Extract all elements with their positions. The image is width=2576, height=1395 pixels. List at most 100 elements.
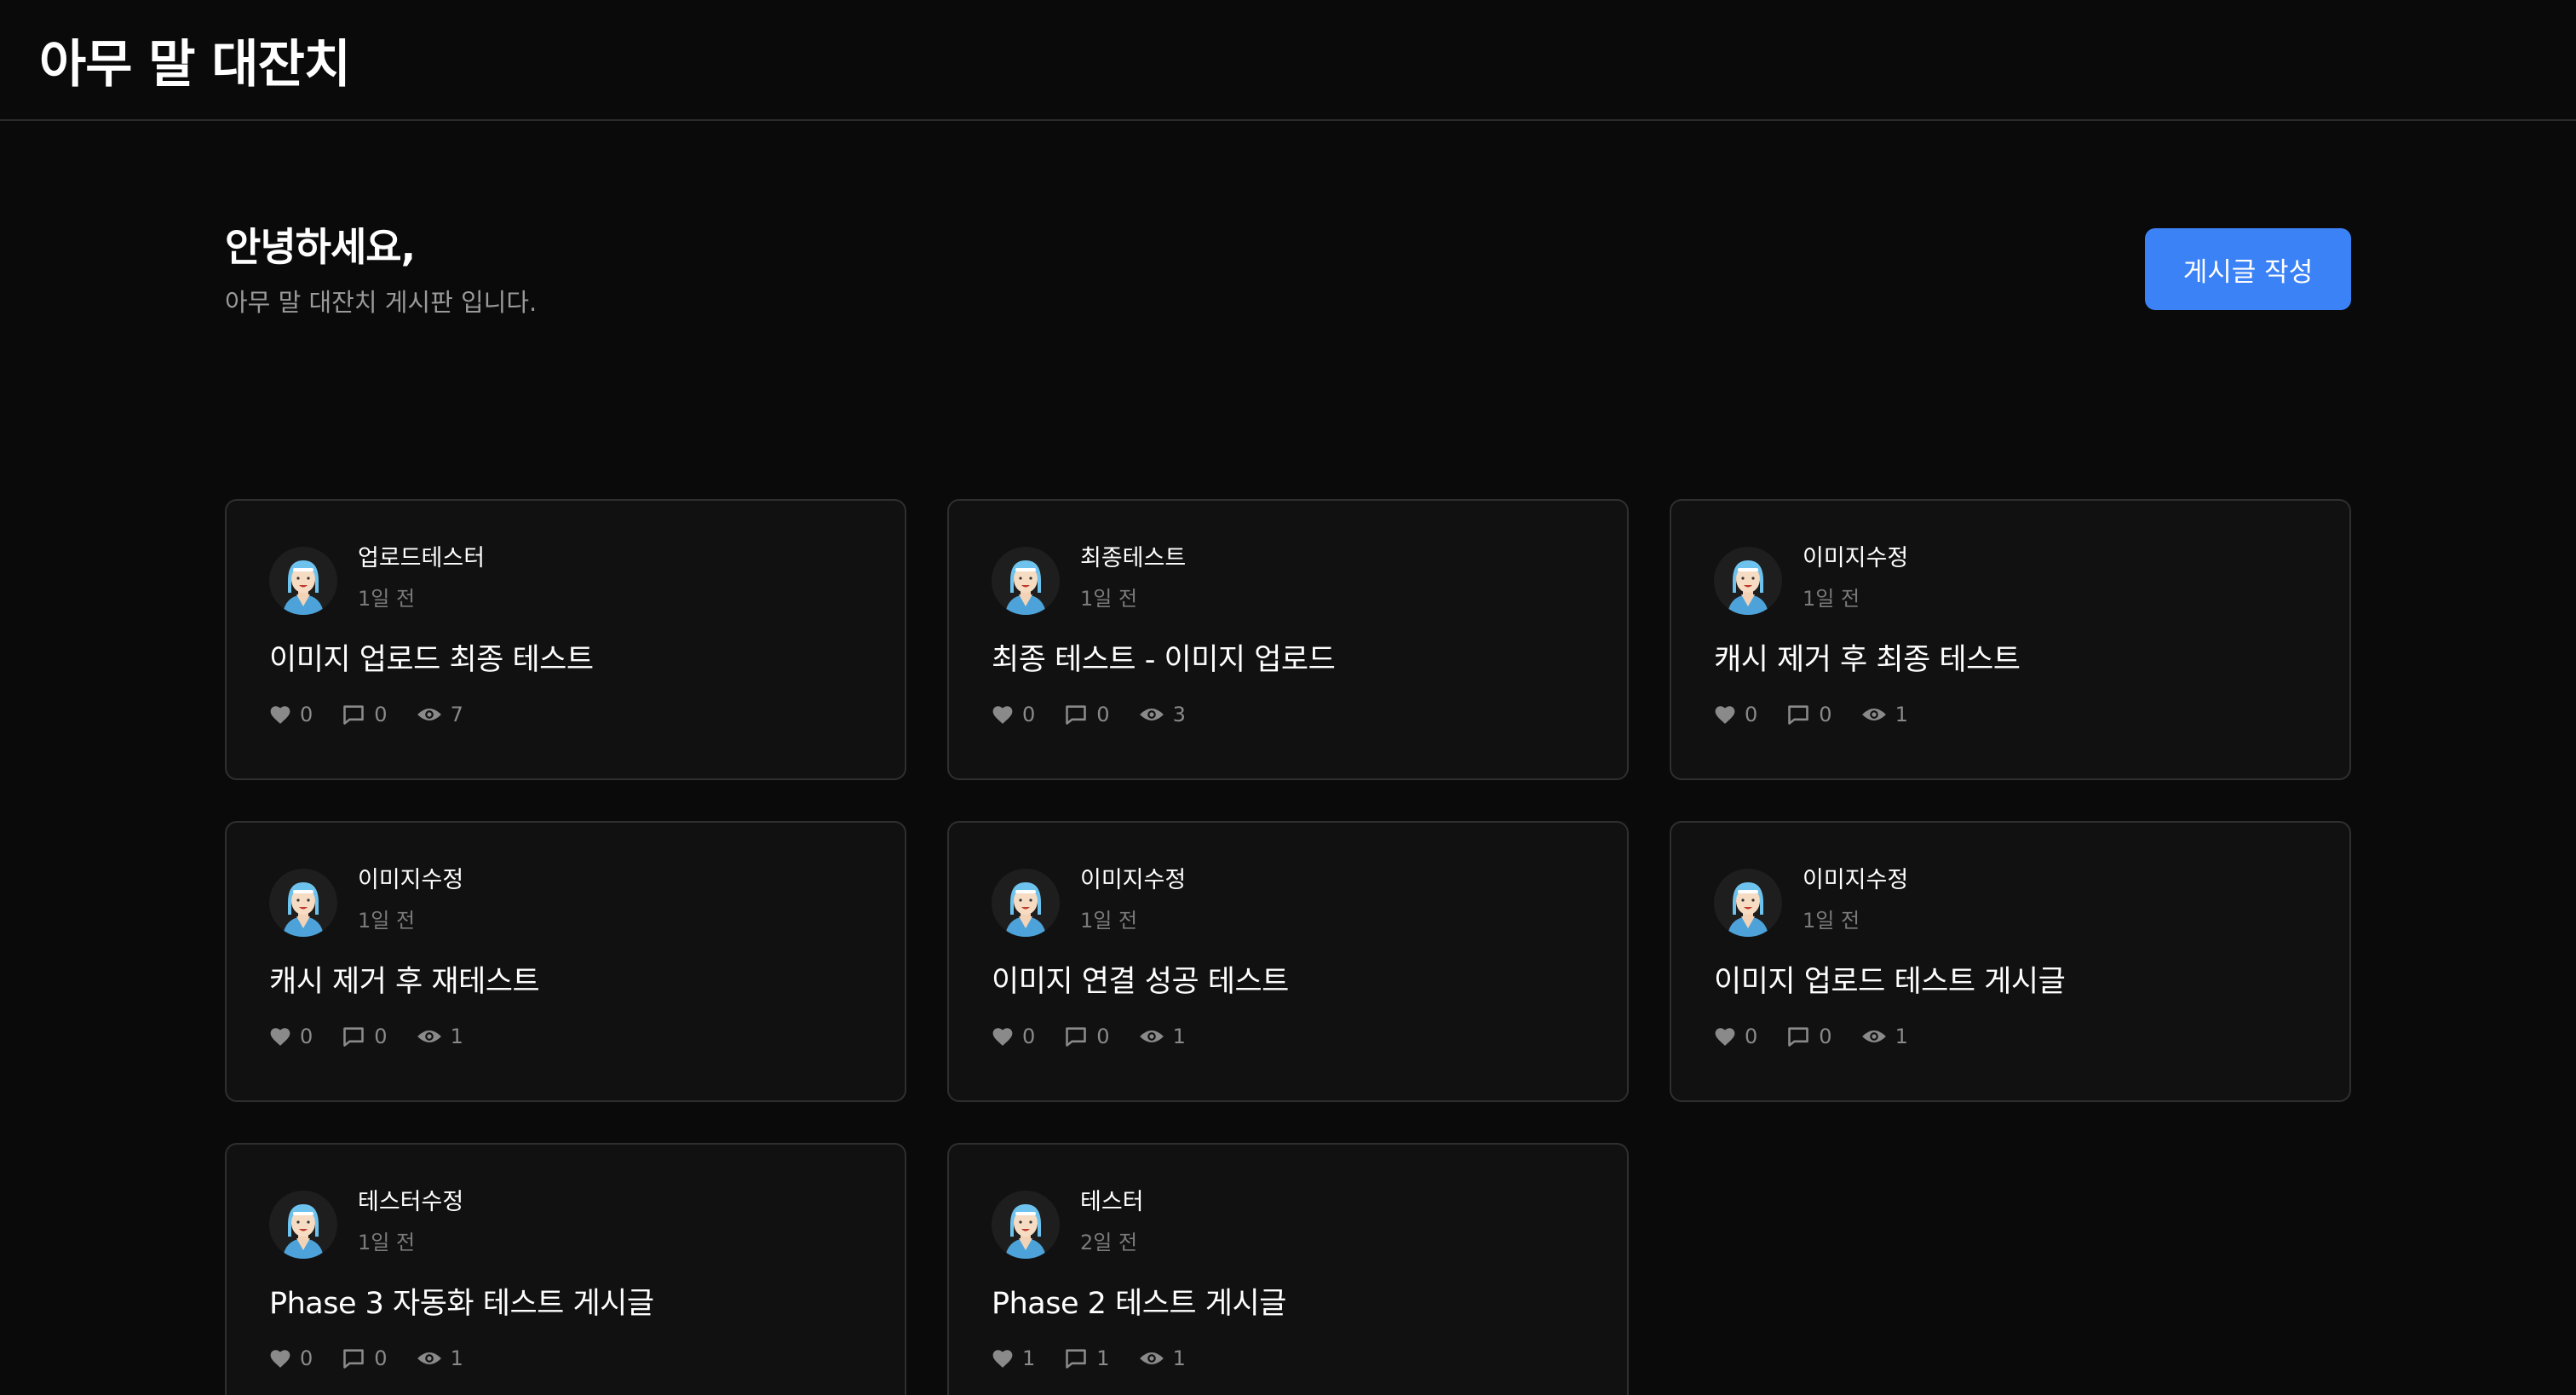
post-title[interactable]: 이미지 업로드 최종 테스트 <box>269 635 862 679</box>
post-time: 1일 전 <box>1080 587 1138 611</box>
post-title[interactable]: Phase 2 테스트 게시글 <box>992 1279 1584 1323</box>
author-row: 테스터수정 1일 전 <box>269 1187 862 1259</box>
view-stat: 1 <box>417 1025 463 1048</box>
comment-stat[interactable]: 0 <box>1064 703 1110 726</box>
post-title[interactable]: 캐시 제거 후 재테스트 <box>269 957 862 1001</box>
comment-count: 1 <box>1096 1346 1110 1370</box>
heart-icon <box>269 1026 291 1047</box>
hero-section: 안녕하세요, 아무 말 대잔치 게시판 입니다. 게시글 작성 <box>225 121 2351 376</box>
like-count: 0 <box>1745 703 1758 726</box>
view-count: 3 <box>1172 703 1186 726</box>
greeting-subtitle: 아무 말 대잔치 게시판 입니다. <box>225 288 538 317</box>
post-time: 1일 전 <box>1803 587 1860 611</box>
like-stat[interactable]: 0 <box>1714 703 1757 726</box>
avatar-icon <box>1714 547 1782 615</box>
post-time: 2일 전 <box>1080 1231 1138 1254</box>
post-stats: 0 0 1 <box>1714 703 2307 726</box>
like-count: 1 <box>1022 1346 1036 1370</box>
post-card[interactable]: 업로드테스터 1일 전 이미지 업로드 최종 테스트 0 0 7 <box>225 499 906 780</box>
post-title[interactable]: 캐시 제거 후 최종 테스트 <box>1714 635 2307 679</box>
author-meta: 테스터 2일 전 <box>1080 1187 1144 1257</box>
top-header: 아무 말 대잔치 <box>0 0 2576 121</box>
heart-icon <box>1714 1026 1736 1047</box>
avatar-icon <box>269 869 337 937</box>
comment-stat[interactable]: 0 <box>1786 703 1832 726</box>
comment-count: 0 <box>1819 1025 1832 1048</box>
comment-count: 0 <box>374 1025 388 1048</box>
view-stat: 1 <box>1861 1025 1908 1048</box>
view-count: 1 <box>1172 1025 1186 1048</box>
like-stat[interactable]: 0 <box>1714 1025 1757 1048</box>
comment-stat[interactable]: 0 <box>1786 1025 1832 1048</box>
post-title[interactable]: 이미지 연결 성공 테스트 <box>992 957 1584 1001</box>
write-post-button[interactable]: 게시글 작성 <box>2145 228 2351 310</box>
post-card[interactable]: 테스터수정 1일 전 Phase 3 자동화 테스트 게시글 0 0 1 <box>225 1143 906 1395</box>
comment-stat[interactable]: 0 <box>342 703 388 726</box>
view-stat: 1 <box>1861 703 1908 726</box>
post-time: 1일 전 <box>358 909 416 933</box>
post-stats: 0 0 1 <box>269 1346 862 1370</box>
post-grid: 업로드테스터 1일 전 이미지 업로드 최종 테스트 0 0 7 최종테스트 1… <box>225 499 2351 1395</box>
avatar-icon <box>992 869 1060 937</box>
author-row: 테스터 2일 전 <box>992 1187 1584 1259</box>
view-stat: 7 <box>417 703 463 726</box>
post-card[interactable]: 이미지수정 1일 전 캐시 제거 후 재테스트 0 0 1 <box>225 821 906 1102</box>
comment-stat[interactable]: 0 <box>342 1025 388 1048</box>
comment-icon <box>342 1025 365 1048</box>
author-name: 이미지수정 <box>1803 545 1909 571</box>
post-time: 1일 전 <box>358 1231 416 1254</box>
eye-icon <box>1139 1349 1164 1368</box>
author-name: 이미지수정 <box>358 867 464 893</box>
comment-icon <box>342 1347 365 1369</box>
post-stats: 0 0 1 <box>1714 1025 2307 1048</box>
post-time: 1일 전 <box>1803 909 1860 933</box>
post-card[interactable]: 이미지수정 1일 전 캐시 제거 후 최종 테스트 0 0 1 <box>1670 499 2351 780</box>
greeting-heading: 안녕하세요, <box>225 224 416 270</box>
comment-count: 0 <box>374 703 388 726</box>
comment-stat[interactable]: 0 <box>1064 1025 1110 1048</box>
app-title[interactable]: 아무 말 대잔치 <box>39 23 351 97</box>
post-title[interactable]: Phase 3 자동화 테스트 게시글 <box>269 1279 862 1323</box>
post-card[interactable]: 테스터 2일 전 Phase 2 테스트 게시글 1 1 1 <box>947 1143 1629 1395</box>
heart-icon <box>992 1026 1014 1047</box>
eye-icon <box>417 705 442 724</box>
post-card[interactable]: 이미지수정 1일 전 이미지 연결 성공 테스트 0 0 1 <box>947 821 1629 1102</box>
post-stats: 0 0 7 <box>269 703 862 726</box>
like-stat[interactable]: 0 <box>992 1025 1035 1048</box>
author-row: 이미지수정 1일 전 <box>269 865 862 937</box>
comment-icon <box>1786 703 1810 726</box>
like-stat[interactable]: 0 <box>269 703 313 726</box>
post-title[interactable]: 최종 테스트 - 이미지 업로드 <box>992 635 1584 679</box>
main-content: 안녕하세요, 아무 말 대잔치 게시판 입니다. 게시글 작성 업로드테스터 1… <box>0 121 2576 1395</box>
author-row: 이미지수정 1일 전 <box>992 865 1584 937</box>
post-card[interactable]: 이미지수정 1일 전 이미지 업로드 테스트 게시글 0 0 1 <box>1670 821 2351 1102</box>
eye-icon <box>1861 1027 1887 1046</box>
author-meta: 이미지수정 1일 전 <box>1803 543 1908 613</box>
eye-icon <box>417 1027 442 1046</box>
view-stat: 1 <box>1139 1346 1186 1370</box>
post-title[interactable]: 이미지 업로드 테스트 게시글 <box>1714 957 2307 1001</box>
like-count: 0 <box>1745 1025 1758 1048</box>
view-stat: 3 <box>1139 703 1186 726</box>
author-name: 이미지수정 <box>1803 867 1909 893</box>
post-stats: 0 0 3 <box>992 703 1584 726</box>
avatar-icon <box>269 547 337 615</box>
like-stat[interactable]: 0 <box>269 1346 313 1370</box>
author-meta: 업로드테스터 1일 전 <box>358 543 485 613</box>
avatar-icon <box>269 1191 337 1259</box>
like-stat[interactable]: 0 <box>992 703 1035 726</box>
comment-stat[interactable]: 1 <box>1064 1346 1110 1370</box>
author-name: 테스터수정 <box>358 1189 464 1215</box>
post-stats: 0 0 1 <box>269 1025 862 1048</box>
view-count: 1 <box>1172 1346 1186 1370</box>
avatar-icon <box>1714 869 1782 937</box>
view-stat: 1 <box>417 1346 463 1370</box>
like-stat[interactable]: 0 <box>269 1025 313 1048</box>
like-count: 0 <box>300 1025 313 1048</box>
eye-icon <box>1139 705 1164 724</box>
author-meta: 이미지수정 1일 전 <box>1803 865 1908 935</box>
post-card[interactable]: 최종테스트 1일 전 최종 테스트 - 이미지 업로드 0 0 3 <box>947 499 1629 780</box>
like-stat[interactable]: 1 <box>992 1346 1035 1370</box>
comment-stat[interactable]: 0 <box>342 1346 388 1370</box>
eye-icon <box>1861 705 1887 724</box>
